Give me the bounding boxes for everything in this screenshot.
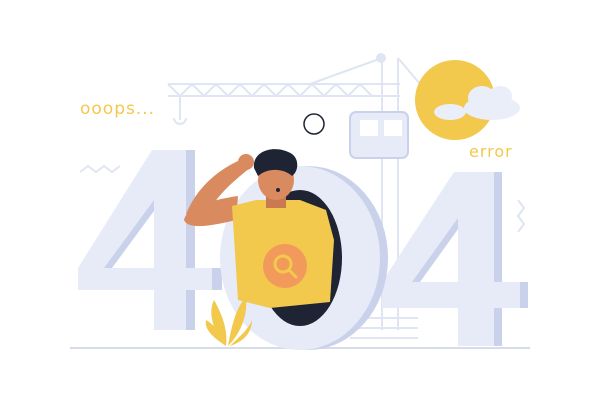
magnifier-icon bbox=[263, 244, 307, 288]
crane-cabin bbox=[349, 111, 409, 159]
error-text: error bbox=[469, 142, 513, 161]
digit-zero-text: 0 bbox=[0, 0, 10, 4]
zigzag-right bbox=[516, 199, 526, 233]
digit-four-left: 4 bbox=[0, 0, 222, 330]
zigzag-left bbox=[79, 164, 121, 174]
digit-four-right-text: 4 bbox=[0, 0, 10, 4]
digit-four-left-text: 4 bbox=[0, 0, 10, 4]
error-404-illustration: 4 4 0 bbox=[0, 0, 612, 407]
decorative-circle bbox=[303, 113, 325, 135]
illustration-canvas: 4 4 0 bbox=[0, 0, 530, 350]
ooops-text: ooops... bbox=[80, 99, 156, 119]
